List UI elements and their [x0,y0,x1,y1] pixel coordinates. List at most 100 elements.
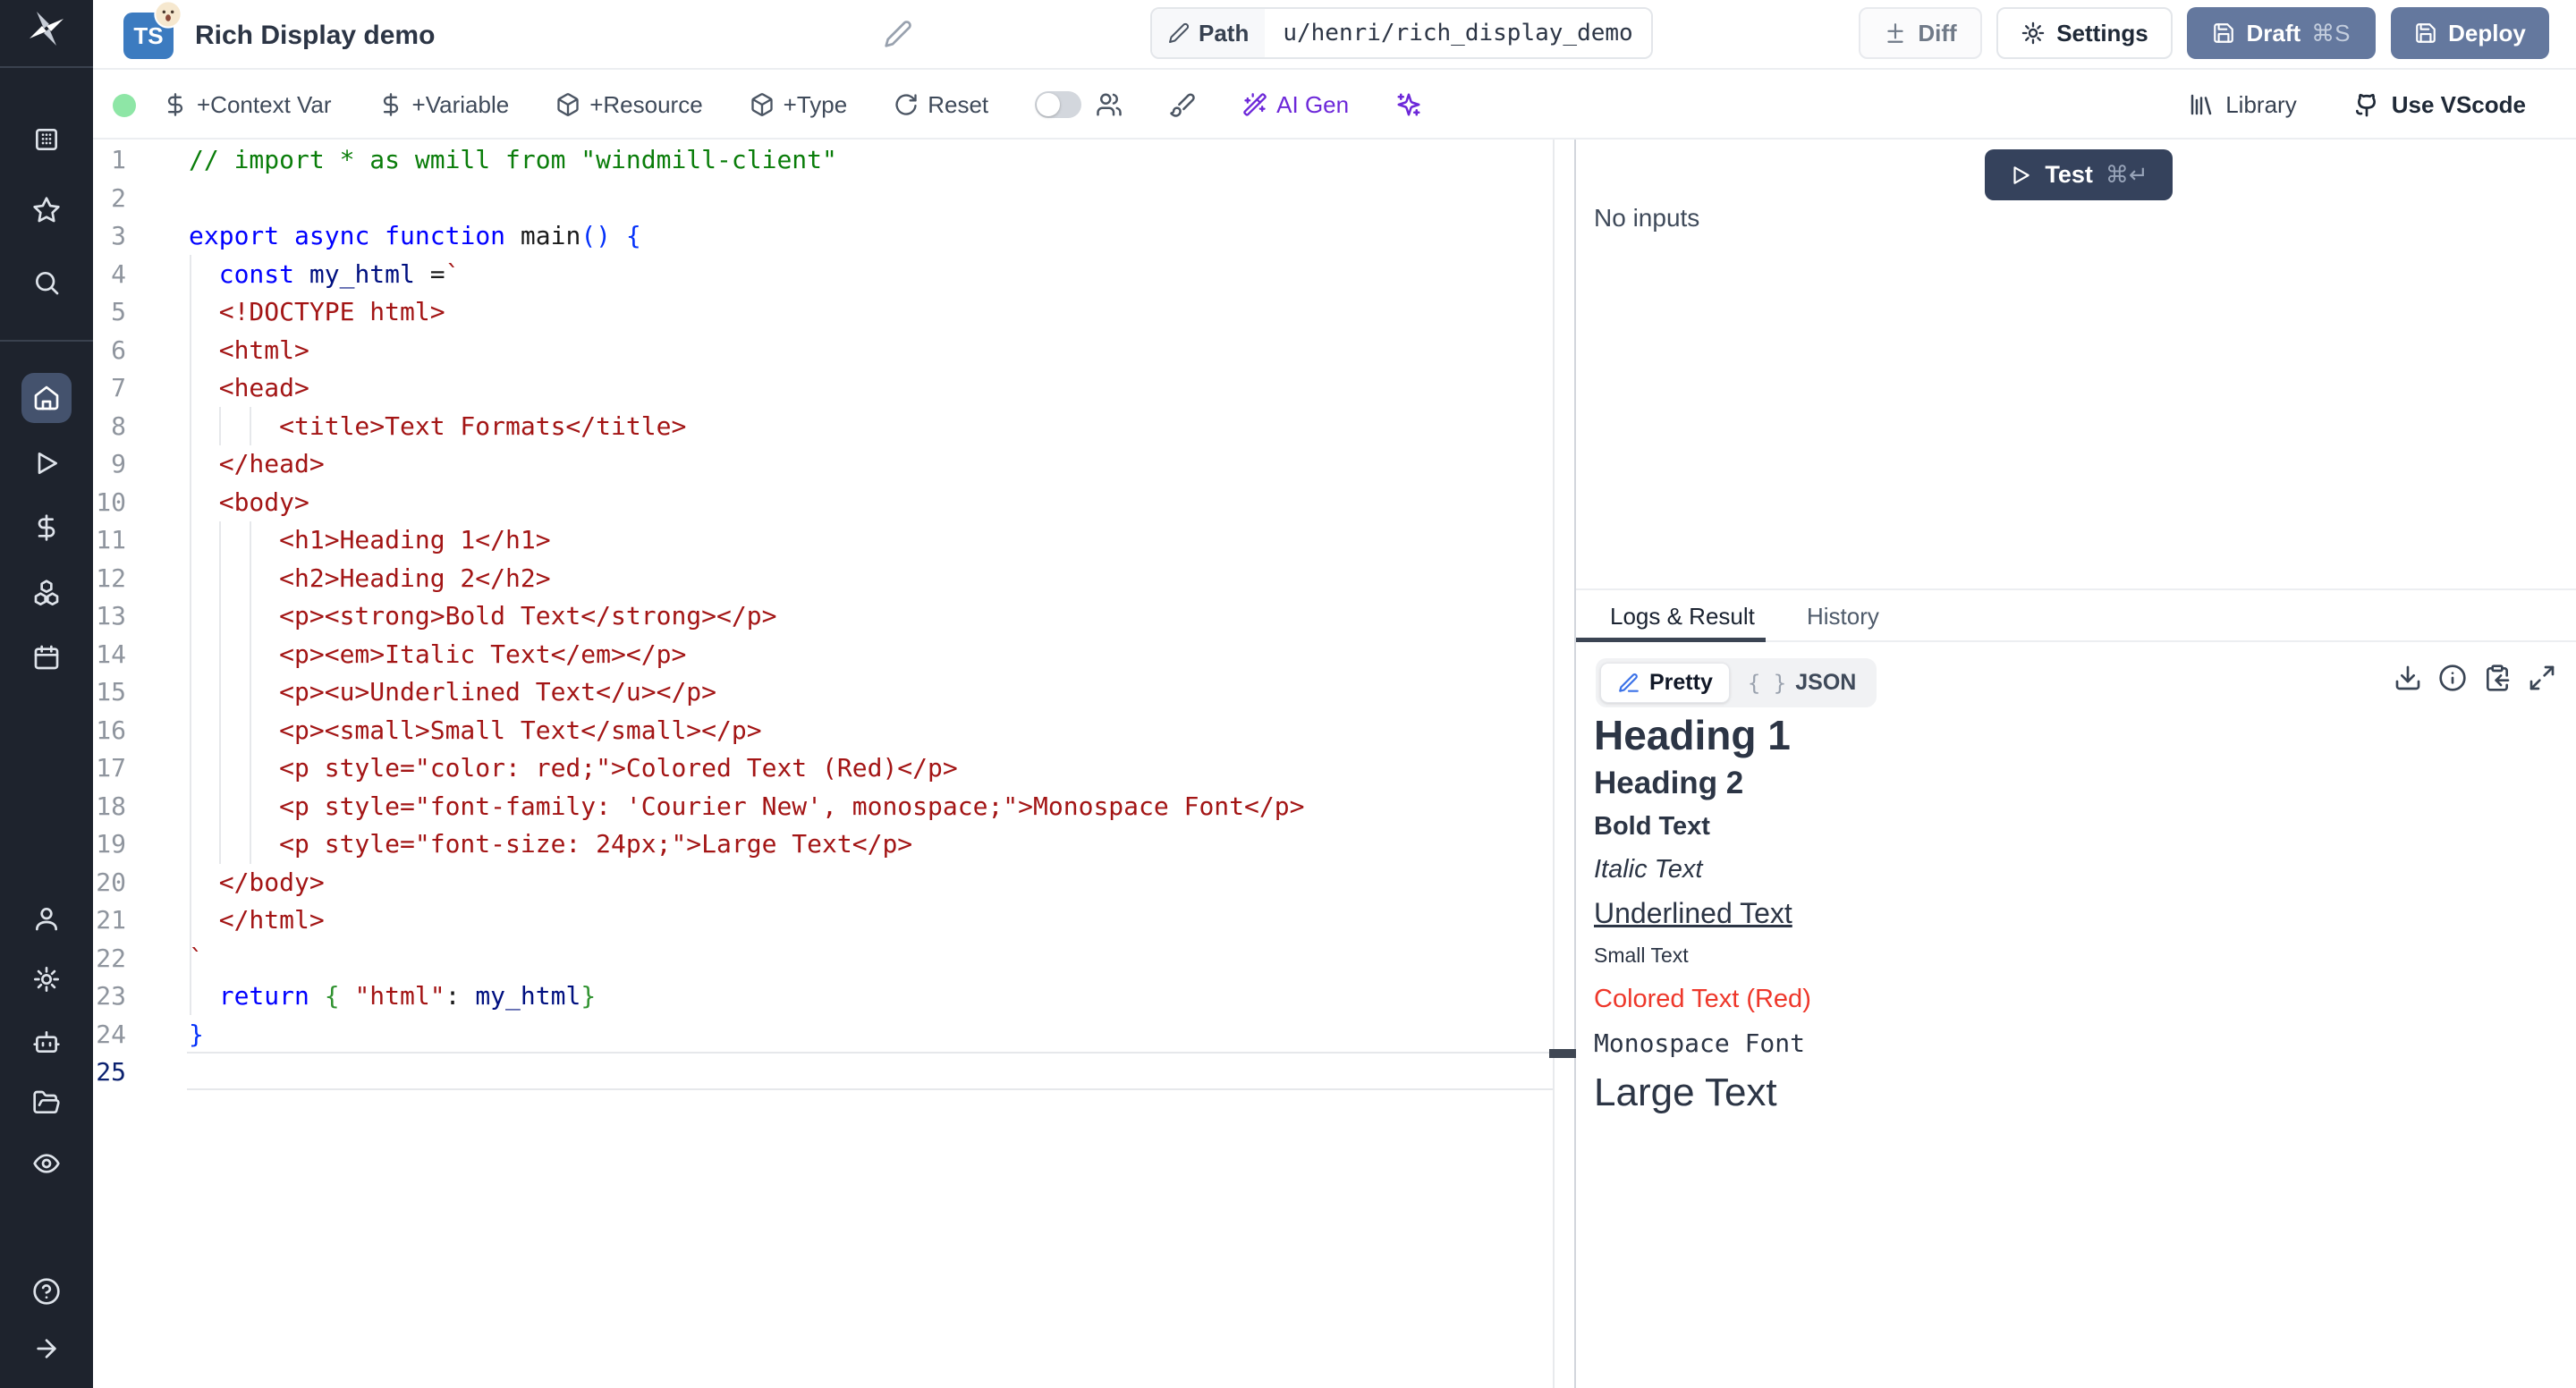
settings-button[interactable]: Settings [1996,7,2173,59]
reset-label: Reset [928,91,988,119]
json-label: JSON [1795,670,1856,696]
collaboration-toggle[interactable] [1035,91,1081,118]
sidebar-item-workspace[interactable] [32,125,61,154]
add-variable-label: +Variable [412,91,510,119]
code-line[interactable]: 12 <h2>Heading 2</h2> [93,560,1553,598]
code-line[interactable]: 17 <p style="color: red;">Colored Text (… [93,749,1553,788]
line-number: 10 [93,484,189,522]
code-line[interactable]: 13 <p><strong>Bold Text</strong></p> [93,597,1553,636]
code-line[interactable]: 2 [93,180,1553,218]
code-line[interactable]: 6 <html> [93,332,1553,370]
sidebar-item-runs[interactable] [32,449,61,478]
sidebar-item-user[interactable] [32,904,61,933]
reset-button[interactable]: Reset [894,91,988,119]
result-line-small: Small Text [1594,939,2551,971]
add-context-var-button[interactable]: +Context Var [163,91,332,119]
format-brush-icon[interactable] [1169,91,1196,118]
sidebar-item-folders[interactable] [32,1088,61,1117]
code-text: <p><strong>Bold Text</strong></p> [189,597,776,636]
pretty-view-button[interactable]: Pretty [1600,663,1730,703]
users-icon[interactable] [1096,91,1123,118]
diff-button[interactable]: Diff [1859,7,1982,59]
code-line[interactable]: 24} [93,1016,1553,1054]
tab-history[interactable]: History [1807,603,1879,631]
run-result-panel: Test ⌘↵ No inputs Logs & Result History … [1576,140,2576,1388]
sidebar-item-home[interactable] [32,384,61,412]
ai-gen-button[interactable]: AI Gen [1242,91,1349,119]
diff-button-label: Diff [1918,20,1956,47]
library-label: Library [2225,91,2296,119]
code-lines[interactable]: 1// import * as wmill from "windmill-cli… [93,141,1553,1092]
add-type-label: +Type [784,91,848,119]
code-line[interactable]: 20 </body> [93,864,1553,902]
sidebar-item-search[interactable] [32,268,61,297]
add-variable-button[interactable]: +Variable [378,91,510,119]
code-line[interactable]: 10 <body> [93,484,1553,522]
script-emoji-avatar-icon [154,0,182,29]
sidebar-item-audit-logs[interactable] [32,1149,61,1178]
path-value[interactable]: u/henri/rich_display_demo [1265,9,1650,57]
line-number: 3 [93,217,189,256]
code-line[interactable]: 8 <title>Text Formats</title> [93,408,1553,446]
deploy-button[interactable]: Deploy [2391,7,2549,59]
code-line[interactable]: 18 <p style="font-family: 'Courier New',… [93,788,1553,826]
diff-icon [1884,21,1907,45]
library-button[interactable]: Library [2188,91,2296,119]
line-number: 1 [93,141,189,180]
line-number: 24 [93,1016,189,1054]
code-line[interactable]: 5 <!DOCTYPE html> [93,293,1553,332]
rendered-html-result: Heading 1Heading 2Bold TextItalic TextUn… [1594,712,2551,1118]
code-line[interactable]: 14 <p><em>Italic Text</em></p> [93,636,1553,674]
code-editor[interactable]: 1// import * as wmill from "windmill-cli… [93,140,1553,1388]
line-number: 14 [93,636,189,674]
result-line-h1: Heading 1 [1594,712,2551,758]
code-text: <head> [189,369,309,408]
code-line[interactable]: 3export async function main() { [93,217,1553,256]
sidebar-item-workers[interactable] [32,1028,61,1056]
line-number: 9 [93,445,189,484]
sidebar-item-settings[interactable] [32,965,61,994]
draft-button[interactable]: Draft ⌘S [2187,7,2376,59]
windmill-logo-icon[interactable] [25,7,68,50]
json-view-button[interactable]: { } JSON [1732,664,1872,702]
sidebar-item-schedules[interactable] [32,643,61,672]
path-label-section[interactable]: Path [1152,9,1265,57]
code-line[interactable]: 1// import * as wmill from "windmill-cli… [93,141,1553,180]
sidebar-collapse-button[interactable] [32,1334,61,1363]
header: TS Rich Display demo Path u/henri/rich_d… [93,0,2576,70]
sparkles-icon[interactable] [1395,91,1422,118]
test-button[interactable]: Test ⌘↵ [1985,149,2173,200]
code-line[interactable]: 23 return { "html": my_html} [93,978,1553,1016]
sidebar-item-favorites[interactable] [32,196,61,224]
rotate-icon [894,92,919,117]
line-number: 2 [93,180,189,218]
sidebar-item-resources[interactable] [32,579,61,607]
expand-icon[interactable] [2528,664,2556,692]
edit-summary-pencil-icon[interactable] [884,20,912,48]
library-icon [2188,91,2215,118]
code-line[interactable]: 21 </html> [93,901,1553,940]
code-line[interactable]: 9 </head> [93,445,1553,484]
splitter-drag-handle[interactable] [1549,1049,1576,1058]
path-field[interactable]: Path u/henri/rich_display_demo [1150,7,1653,59]
info-icon[interactable] [2438,664,2467,692]
code-line[interactable]: 19 <p style="font-size: 24px;">Large Tex… [93,825,1553,864]
code-line[interactable]: 22` [93,940,1553,978]
add-resource-button[interactable]: +Resource [555,91,702,119]
code-line[interactable]: 15 <p><u>Underlined Text</u></p> [93,673,1553,712]
draft-shortcut: ⌘S [2311,20,2350,47]
copy-clipboard-icon[interactable] [2483,664,2512,692]
edit-path-pencil-icon [1168,22,1190,44]
add-type-button[interactable]: +Type [750,91,848,119]
use-vscode-button[interactable]: Use VScode [2352,90,2526,119]
code-line[interactable]: 7 <head> [93,369,1553,408]
sidebar-item-help[interactable] [32,1277,61,1306]
code-line[interactable]: 11 <h1>Heading 1</h1> [93,521,1553,560]
download-icon[interactable] [2394,664,2422,692]
tab-logs-and-result[interactable]: Logs & Result [1610,603,1755,631]
sidebar-item-variables[interactable] [32,513,61,542]
code-line[interactable]: 16 <p><small>Small Text</small></p> [93,712,1553,750]
indent-guide [250,407,251,445]
settings-button-label: Settings [2056,20,2148,47]
code-line[interactable]: 4 const my_html =` [93,256,1553,294]
